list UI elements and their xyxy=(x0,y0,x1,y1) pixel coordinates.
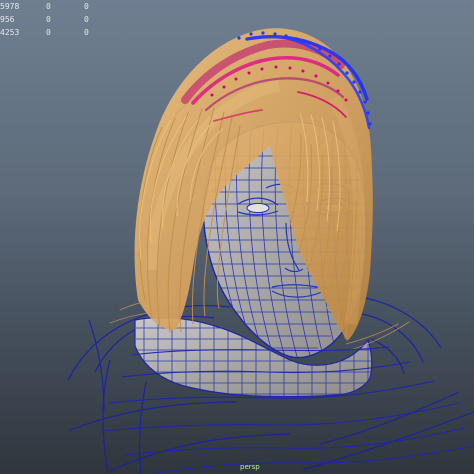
viewport-scene xyxy=(67,28,474,474)
3d-viewport[interactable]: 5978 0 0 956 0 0 4253 0 0 persp xyxy=(0,0,474,474)
viewport-camera-label: persp xyxy=(240,463,260,471)
left-eye xyxy=(246,202,270,214)
